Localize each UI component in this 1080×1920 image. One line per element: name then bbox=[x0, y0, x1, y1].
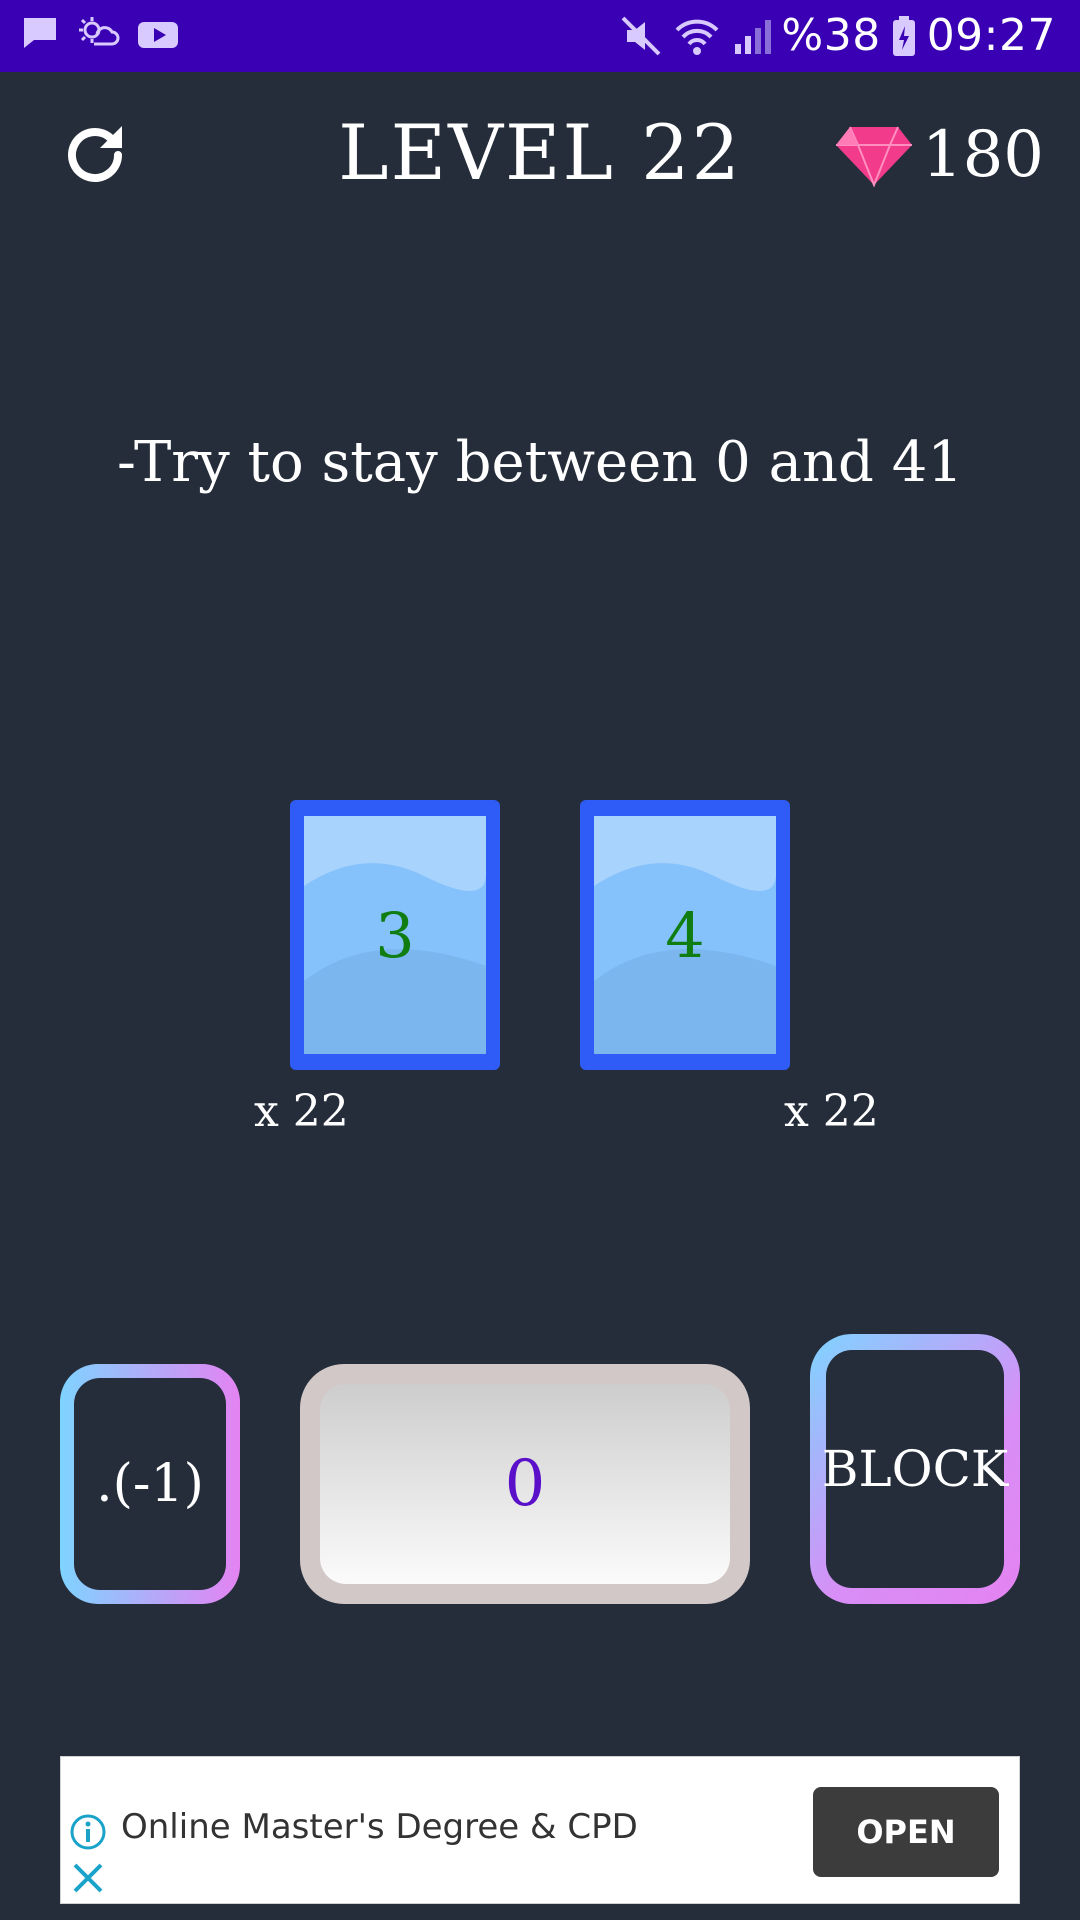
info-icon[interactable] bbox=[69, 1813, 107, 1851]
hint-text: -Try to stay between 0 and 41 bbox=[117, 430, 963, 495]
block-button[interactable]: BLOCK bbox=[810, 1334, 1020, 1604]
signal-icon bbox=[735, 19, 772, 54]
card-value: 4 bbox=[665, 898, 705, 972]
value-display: 0 bbox=[300, 1364, 750, 1604]
ad-banner[interactable]: Online Master's Degree & CPD OPEN bbox=[60, 1756, 1020, 1904]
card-face: 3 bbox=[304, 816, 486, 1054]
battery-icon bbox=[892, 15, 915, 56]
number-card-2[interactable]: 4 bbox=[580, 800, 790, 1070]
status-left-icons bbox=[20, 14, 180, 54]
status-bar: %38 09:27 bbox=[0, 0, 1080, 72]
close-icon[interactable] bbox=[71, 1861, 105, 1895]
status-right: %38 09:27 bbox=[619, 10, 1056, 61]
negate-button-label: .(-1) bbox=[74, 1378, 226, 1590]
number-card-1[interactable]: 3 bbox=[290, 800, 500, 1070]
card-value: 3 bbox=[375, 898, 415, 972]
gem-counter: 180 bbox=[834, 118, 1044, 192]
gem-count: 180 bbox=[921, 118, 1044, 192]
card-1-multiplier: x 22 bbox=[254, 1086, 349, 1137]
weather-icon bbox=[79, 17, 120, 46]
card-face: 4 bbox=[594, 816, 776, 1054]
mute-icon bbox=[621, 16, 661, 55]
ad-text[interactable]: Online Master's Degree & CPD bbox=[121, 1807, 638, 1847]
negate-button[interactable]: .(-1) bbox=[60, 1364, 240, 1604]
message-icon bbox=[24, 18, 56, 48]
block-button-label: BLOCK bbox=[822, 1350, 1008, 1588]
gem-icon bbox=[835, 126, 912, 187]
ad-open-button[interactable]: OPEN bbox=[813, 1787, 999, 1877]
card-2-multiplier: x 22 bbox=[784, 1086, 879, 1137]
wifi-icon bbox=[675, 19, 719, 55]
youtube-icon bbox=[138, 22, 178, 48]
battery-percent: %38 bbox=[781, 10, 881, 61]
display-value: 0 bbox=[320, 1384, 730, 1584]
clock: 09:27 bbox=[926, 10, 1056, 61]
